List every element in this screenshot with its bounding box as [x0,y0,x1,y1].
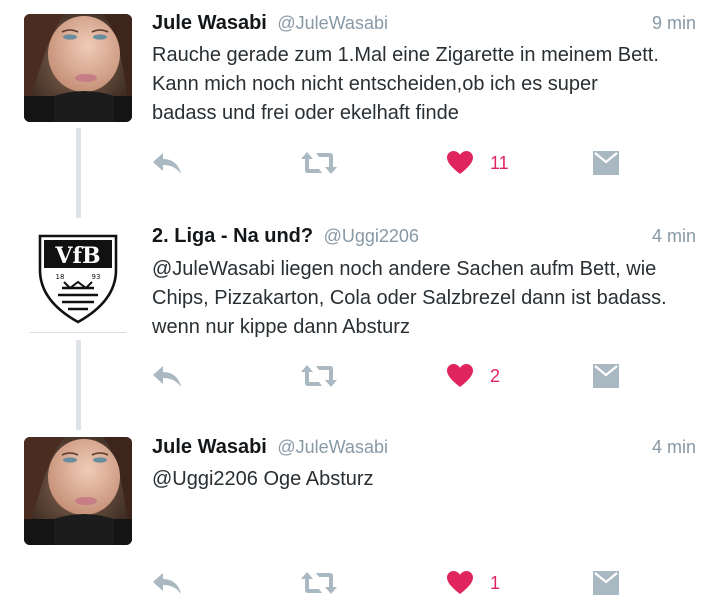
avatar[interactable] [24,437,132,545]
tweet[interactable]: Jule Wasabi @JuleWasabi 4 min @Uggi2206 … [0,426,720,610]
tweet-actions: 11 [0,148,720,178]
tweet[interactable]: Jule Wasabi @JuleWasabi 9 min Rauche ger… [0,0,720,218]
timestamp[interactable]: 9 min [652,13,696,34]
tweet-text: @JuleWasabi liegen noch andere Sachen au… [152,255,704,342]
reply-icon [153,366,181,387]
tweet[interactable]: VfB 18 93 2. Liga - Na und? @Uggi2206 4 … [0,218,720,430]
avatar-photo [24,437,132,545]
display-name[interactable]: Jule Wasabi [152,12,267,34]
retweet-button[interactable] [300,361,338,391]
retweet-icon [301,365,337,387]
direct-message-button[interactable] [592,568,620,598]
reply-icon [153,573,181,594]
tweet-text-line: wenn nur kippe dann Absturz [152,316,410,338]
retweet-icon [301,572,337,594]
tweet-text: @Uggi2206 Oge Absturz [152,465,704,494]
reply-icon [153,153,181,174]
heart-icon [447,571,473,594]
like-count: 1 [490,572,501,593]
reply-button[interactable] [150,568,184,598]
like-button[interactable]: 2 [446,361,500,391]
tweet-text-line: @Uggi2206 Oge Absturz [152,468,374,490]
heart-icon [447,151,473,174]
display-name[interactable]: 2. Liga - Na und? [152,225,313,247]
avatar[interactable]: VfB 18 93 [24,222,132,330]
avatar-divider [30,332,126,333]
heart-icon [447,364,473,387]
tweet-actions: 2 [0,361,720,391]
like-button[interactable]: 1 [446,568,500,598]
direct-message-button[interactable] [592,361,620,391]
reply-button[interactable] [150,361,184,391]
timestamp[interactable]: 4 min [652,226,696,247]
display-name[interactable]: Jule Wasabi [152,436,267,458]
avatar[interactable] [24,14,132,122]
retweet-button[interactable] [300,568,338,598]
avatar-photo [24,14,132,122]
tweet-text-line: Kann mich noch nicht entscheiden,ob ich … [152,73,598,95]
like-count: 11 [490,152,509,173]
svg-text:93: 93 [92,273,101,281]
timestamp[interactable]: 4 min [652,437,696,458]
svg-text:VfB: VfB [54,243,100,269]
like-button[interactable]: 11 [446,148,509,178]
envelope-icon [593,151,619,175]
retweet-button[interactable] [300,148,338,178]
tweet-text-line: @JuleWasabi liegen noch andere Sachen au… [152,258,657,280]
tweet-text-line: Chips, Pizzakarton, Cola oder Salzbrezel… [152,287,667,309]
tweet-text: Rauche gerade zum 1.Mal eine Zigarette i… [152,41,704,128]
reply-button[interactable] [150,148,184,178]
user-handle[interactable]: @JuleWasabi [277,437,388,457]
user-handle[interactable]: @JuleWasabi [277,13,388,33]
envelope-icon [593,364,619,388]
retweet-icon [301,152,337,174]
like-count: 2 [490,365,501,386]
svg-text:18: 18 [56,273,65,281]
direct-message-button[interactable] [592,148,620,178]
tweet-actions: 1 [0,568,720,598]
user-handle[interactable]: @Uggi2206 [324,226,419,246]
vfb-crest-logo: VfB 18 93 [24,222,132,330]
envelope-icon [593,571,619,595]
tweet-text-line: badass und frei oder ekelhaft finde [152,102,459,124]
tweet-text-line: Rauche gerade zum 1.Mal eine Zigarette i… [152,44,659,66]
